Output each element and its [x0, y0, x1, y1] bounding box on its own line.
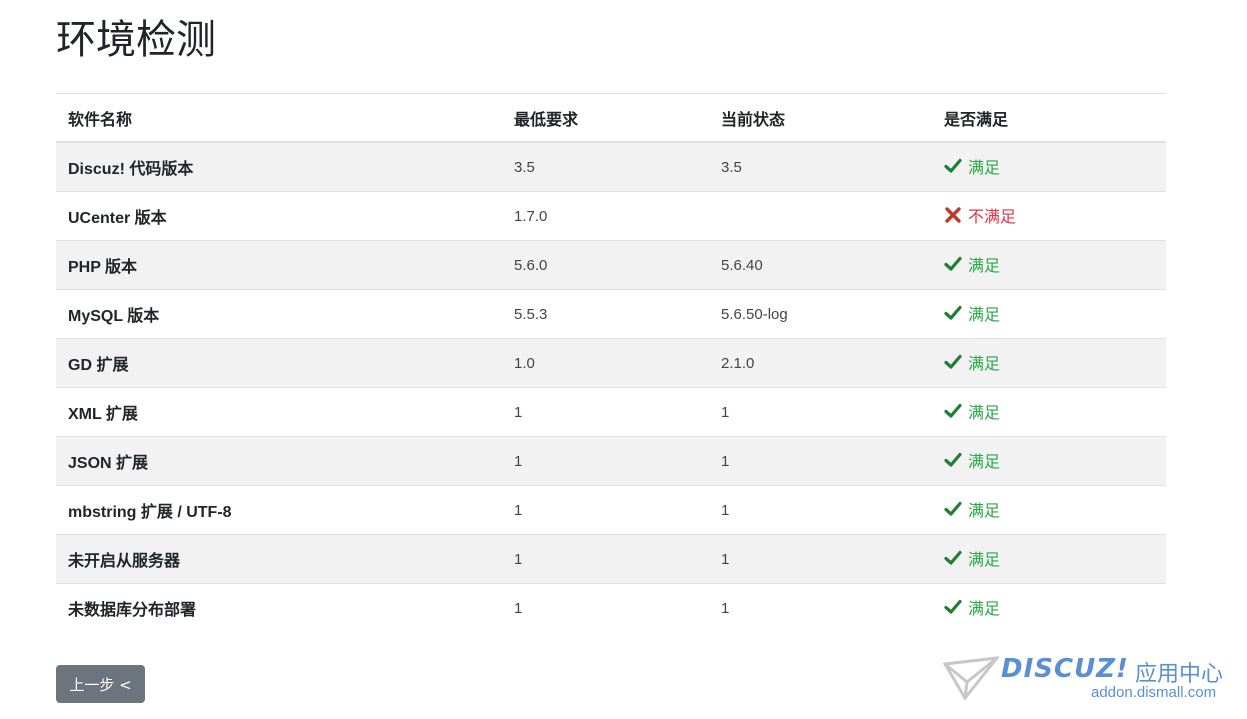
table-row: 未开启从服务器 1 1 满足 [56, 534, 1166, 584]
satisfied-cell: 满足 [932, 289, 1166, 339]
software-name-cell: UCenter 版本 [56, 191, 502, 241]
current-status-cell: 5.6.50-log [709, 289, 932, 339]
status-text: 满足 [968, 356, 1001, 373]
status-badge: 满足 [944, 154, 1000, 178]
current-status-cell: 1 [709, 534, 932, 584]
current-status-cell: 2.1.0 [709, 338, 932, 388]
paper-plane-icon [943, 656, 999, 701]
table-header-row: 软件名称 最低要求 当前状态 是否满足 [56, 93, 1166, 143]
satisfied-cell: 满足 [932, 141, 1166, 192]
check-icon [944, 451, 962, 469]
status-badge: 满足 [944, 546, 1000, 570]
satisfied-cell: 满足 [932, 387, 1166, 437]
min-requirement-cell: 5.5.3 [502, 289, 709, 339]
header-current-status: 当前状态 [709, 93, 932, 143]
min-requirement-cell: 1 [502, 485, 709, 535]
satisfied-cell: 不满足 [932, 191, 1166, 241]
check-icon [944, 304, 962, 322]
software-name-cell: mbstring 扩展 / UTF-8 [56, 485, 502, 535]
current-status-cell: 1 [709, 485, 932, 535]
satisfied-cell: 满足 [932, 240, 1166, 290]
status-text: 满足 [968, 454, 1001, 471]
current-status-cell: 3.5 [709, 141, 932, 192]
status-text: 满足 [968, 307, 1001, 324]
check-icon [944, 353, 962, 371]
min-requirement-cell: 1 [502, 387, 709, 437]
software-name-cell: PHP 版本 [56, 240, 502, 290]
status-badge: 满足 [944, 252, 1000, 276]
environment-check-table: 软件名称 最低要求 当前状态 是否满足 Discuz! 代码版本 3.5 3.5 满足… [56, 93, 1166, 632]
current-status-cell: 1 [709, 436, 932, 486]
status-text: 不满足 [968, 209, 1017, 226]
min-requirement-cell: 5.6.0 [502, 240, 709, 290]
software-name-cell: Discuz! 代码版本 [56, 141, 502, 192]
status-text: 满足 [968, 503, 1001, 520]
table-row: UCenter 版本 1.7.0 不满足 [56, 191, 1166, 241]
satisfied-cell: 满足 [932, 436, 1166, 486]
min-requirement-cell: 1 [502, 583, 709, 632]
table-row: XML 扩展 1 1 满足 [56, 387, 1166, 437]
check-icon [944, 598, 962, 616]
satisfied-cell: 满足 [932, 338, 1166, 388]
watermark-logo: DISCUZ! 应用中心 addon.dismall.com [943, 652, 1233, 707]
satisfied-cell: 满足 [932, 583, 1166, 632]
min-requirement-cell: 1.7.0 [502, 191, 709, 241]
software-name-cell: 未数据库分布部署 [56, 583, 502, 632]
status-text: 满足 [968, 601, 1001, 618]
current-status-cell: 1 [709, 583, 932, 632]
software-name-cell: JSON 扩展 [56, 436, 502, 486]
status-badge: 不满足 [944, 203, 1016, 227]
software-name-cell: XML 扩展 [56, 387, 502, 437]
min-requirement-cell: 1.0 [502, 338, 709, 388]
table-row: GD 扩展 1.0 2.1.0 满足 [56, 338, 1166, 388]
status-text: 满足 [968, 552, 1001, 569]
previous-step-button[interactable]: 上一步 < [56, 665, 145, 703]
min-requirement-cell: 1 [502, 436, 709, 486]
status-badge: 满足 [944, 399, 1000, 423]
table-body: Discuz! 代码版本 3.5 3.5 满足 UCenter 版本 1.7.0 不满足 PH… [56, 141, 1166, 632]
software-name-cell: GD 扩展 [56, 338, 502, 388]
table-row: 未数据库分布部署 1 1 满足 [56, 583, 1166, 632]
status-text: 满足 [968, 405, 1001, 422]
table-row: MySQL 版本 5.5.3 5.6.50-log 满足 [56, 289, 1166, 339]
status-badge: 满足 [944, 448, 1000, 472]
check-icon [944, 549, 962, 567]
header-min-requirement: 最低要求 [502, 93, 709, 143]
status-badge: 满足 [944, 350, 1000, 374]
min-requirement-cell: 1 [502, 534, 709, 584]
current-status-cell [709, 191, 932, 241]
satisfied-cell: 满足 [932, 534, 1166, 584]
status-text: 满足 [968, 160, 1001, 177]
table-row: PHP 版本 5.6.0 5.6.40 满足 [56, 240, 1166, 290]
software-name-cell: 未开启从服务器 [56, 534, 502, 584]
check-icon [944, 255, 962, 273]
header-software-name: 软件名称 [56, 93, 502, 143]
status-badge: 满足 [944, 595, 1000, 619]
table-row: Discuz! 代码版本 3.5 3.5 满足 [56, 141, 1166, 192]
page-title: 环境检测 [56, 17, 216, 63]
current-status-cell: 1 [709, 387, 932, 437]
header-satisfied: 是否满足 [932, 93, 1166, 143]
check-icon [944, 500, 962, 518]
watermark-brand: DISCUZ! [1001, 654, 1129, 684]
min-requirement-cell: 3.5 [502, 141, 709, 192]
table-row: JSON 扩展 1 1 满足 [56, 436, 1166, 486]
table-row: mbstring 扩展 / UTF-8 1 1 满足 [56, 485, 1166, 535]
check-icon [944, 157, 962, 175]
check-icon [944, 402, 962, 420]
status-badge: 满足 [944, 497, 1000, 521]
satisfied-cell: 满足 [932, 485, 1166, 535]
status-text: 满足 [968, 258, 1001, 275]
current-status-cell: 5.6.40 [709, 240, 932, 290]
software-name-cell: MySQL 版本 [56, 289, 502, 339]
watermark-url: addon.dismall.com [1091, 684, 1217, 701]
cross-icon [944, 206, 962, 224]
status-badge: 满足 [944, 301, 1000, 325]
